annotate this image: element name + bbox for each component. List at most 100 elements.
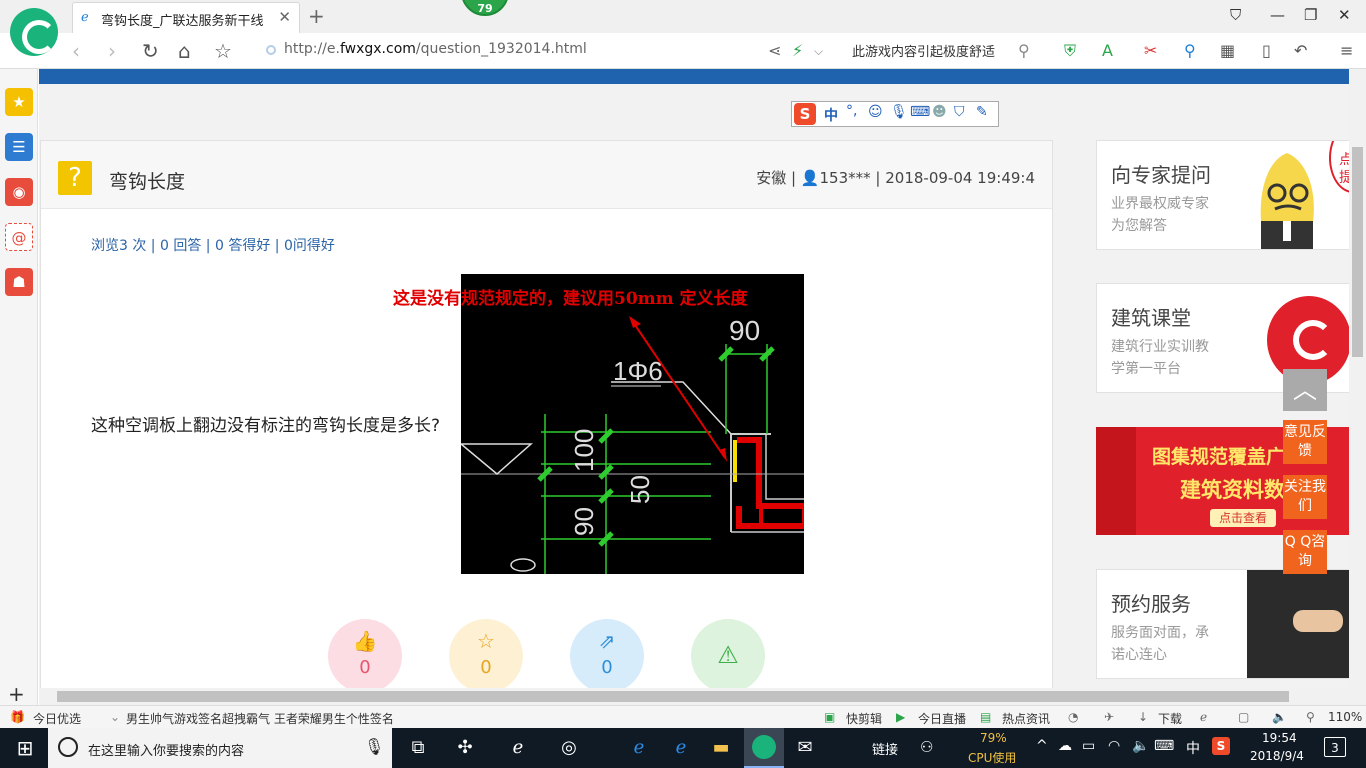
cloud-icon[interactable]: ☁ xyxy=(1058,738,1072,754)
ask-expert-card[interactable]: 向专家提问 业界最权威专家 为您解答 点击 提问 xyxy=(1096,140,1356,250)
close-button[interactable]: ✕ xyxy=(1338,6,1351,24)
new-tab-button[interactable]: + xyxy=(308,4,325,28)
qq-consult-button[interactable]: Q Q咨询 xyxy=(1283,530,1327,574)
report-button[interactable]: ⚠ xyxy=(691,619,765,688)
back-to-top-button[interactable]: ︿ xyxy=(1283,369,1327,411)
microphone-icon[interactable]: 🎙 xyxy=(364,737,384,756)
file-explorer-icon[interactable]: ▬ xyxy=(708,736,734,760)
sidebar-add-icon[interactable]: + xyxy=(8,682,25,706)
ime-indicator[interactable]: 中 xyxy=(1186,738,1200,758)
forward-icon[interactable]: › xyxy=(108,39,116,63)
edge-legacy-icon[interactable]: ℯ xyxy=(505,736,531,760)
vertical-scrollbar[interactable] xyxy=(1349,69,1366,688)
chevron-down-icon[interactable]: ⌄ xyxy=(110,710,120,724)
share-icon[interactable]: ⋖ xyxy=(768,41,781,60)
ie-mode-icon[interactable]: ℯ xyxy=(1200,710,1207,724)
headline-link[interactable]: 男生帅气游戏签名超拽霸气 王者荣耀男生个性签名 xyxy=(126,710,394,727)
shield-icon[interactable]: ⛨ xyxy=(1064,41,1076,61)
lightning-icon[interactable]: ⚡ xyxy=(792,41,803,60)
pin-icon[interactable]: ✈ xyxy=(1104,710,1114,724)
pinwheel-app-icon[interactable]: ✣ xyxy=(452,736,478,760)
follow-us-button[interactable]: 关注我们 xyxy=(1283,475,1327,519)
clock-date[interactable]: 2018/9/4 xyxy=(1250,749,1304,763)
browser-tab[interactable]: ℯ 弯钩长度_广联达服务新干线 ✕ xyxy=(72,2,300,33)
live-link[interactable]: 今日直播 xyxy=(918,710,966,727)
today-picks-link[interactable]: 今日优选 xyxy=(33,710,81,727)
banner-cta-button[interactable]: 点击查看 xyxy=(1210,509,1276,527)
quick-clip-link[interactable]: 快剪辑 xyxy=(846,710,882,727)
favorite-button[interactable]: ☆ 0 xyxy=(449,619,523,688)
gift-icon: 🎁 xyxy=(10,710,25,724)
zoom-level[interactable]: 110% xyxy=(1328,710,1362,724)
ime-punct-icon[interactable]: °, xyxy=(846,103,857,119)
volume-icon[interactable]: 🔈 xyxy=(1272,710,1287,724)
scissors-icon[interactable]: ✂ xyxy=(1144,41,1157,60)
sidebar-favorites-icon[interactable]: ★ xyxy=(5,88,33,116)
score-badge[interactable]: 79 xyxy=(461,0,509,16)
speaker-icon[interactable]: 🔈 xyxy=(1132,738,1149,754)
internet-explorer-icon[interactable]: ℯ xyxy=(668,736,694,760)
share-button[interactable]: ⇗ 0 xyxy=(570,619,644,688)
question-user[interactable]: 153*** xyxy=(820,169,871,187)
cad-drawing-image[interactable]: 90 1Φ6 100 50 90 xyxy=(461,274,804,574)
back-icon[interactable]: ‹ xyxy=(72,39,80,63)
ime-keyboard-icon[interactable]: ⌨ xyxy=(910,104,930,120)
download-link[interactable]: 下载 xyxy=(1158,710,1182,727)
ime-mode-icon[interactable]: 中 xyxy=(824,105,838,125)
window-icon[interactable]: ▢ xyxy=(1238,710,1249,724)
undo-icon[interactable]: ↶ xyxy=(1294,41,1307,60)
sogou-tray-icon[interactable]: S xyxy=(1212,737,1230,755)
speed-icon[interactable]: ◔ xyxy=(1068,710,1078,724)
browser-logo-icon[interactable] xyxy=(10,8,58,56)
booking-service-card[interactable]: 预约服务 服务面对面，承 诺心连心 xyxy=(1096,569,1356,679)
feedback-button[interactable]: 意见反馈 xyxy=(1283,420,1327,464)
battery-icon[interactable]: ▭ xyxy=(1082,738,1095,754)
people-icon[interactable]: ⚇ xyxy=(920,738,933,756)
reload-icon[interactable]: ↻ xyxy=(142,39,159,63)
task-view-icon[interactable]: ⧉ xyxy=(405,736,431,760)
ime-user-icon[interactable]: ☻ xyxy=(932,104,947,120)
favorite-star-icon[interactable]: ☆ xyxy=(214,39,232,63)
like-button[interactable]: 👍 0 xyxy=(328,619,402,688)
keyboard-icon[interactable]: ⌨ xyxy=(1154,738,1174,754)
chevron-down-icon[interactable]: ⌵ xyxy=(814,44,823,59)
tencent-app-icon[interactable]: ◎ xyxy=(556,736,582,760)
question-header: ? 弯钩长度 安徽 | 👤153*** | 2018-09-04 19:49:4 xyxy=(41,141,1052,209)
menu-icon[interactable]: ≡ xyxy=(1340,41,1353,60)
links-toolbar[interactable]: 链接 xyxy=(872,739,898,758)
restore-button[interactable]: ❐ xyxy=(1304,6,1317,24)
magnifier-icon[interactable]: ⚲ xyxy=(1184,41,1196,60)
sogou-ime-icon[interactable]: S xyxy=(794,103,816,125)
cad-dim-90-left: 90 xyxy=(569,507,599,536)
ime-mic-icon[interactable]: 🎙 xyxy=(890,104,908,120)
minimize-button[interactable]: — xyxy=(1270,6,1285,24)
show-hidden-icons-icon[interactable]: ^ xyxy=(1036,738,1048,754)
clock-time[interactable]: 19:54 xyxy=(1262,731,1297,745)
notification-center-icon[interactable]: 3 xyxy=(1324,737,1346,757)
windows-start-icon[interactable]: ⊞ xyxy=(12,736,38,760)
shirt-icon[interactable]: ⛉ xyxy=(1230,6,1241,24)
search-icon[interactable]: ⚲ xyxy=(1018,41,1030,60)
translate-icon[interactable]: A xyxy=(1102,41,1113,60)
hot-news-link[interactable]: 热点资讯 xyxy=(1002,710,1050,727)
tab-close-icon[interactable]: ✕ xyxy=(278,8,291,26)
sidebar-game-icon[interactable]: ☗ xyxy=(5,268,33,296)
tablet-icon[interactable]: ▯ xyxy=(1262,41,1271,60)
url-field[interactable]: http://e.fwxgx.com/question_1932014.html xyxy=(284,41,587,57)
site-info-icon[interactable] xyxy=(266,45,276,55)
sidebar-news-icon[interactable]: ☰ xyxy=(5,133,33,161)
ime-skin-icon[interactable]: ⛉ xyxy=(954,104,965,120)
edge-icon[interactable]: ℯ xyxy=(626,736,652,760)
taskbar-search-box[interactable]: 在这里输入你要搜索的内容 🎙 xyxy=(48,728,392,768)
search-box[interactable]: 此游戏内容引起极度舒适 xyxy=(852,41,995,60)
mail-icon[interactable]: ✉ xyxy=(792,736,818,760)
active-browser-task[interactable] xyxy=(744,728,784,768)
sidebar-weibo-icon[interactable]: ◉ xyxy=(5,178,33,206)
apps-grid-icon[interactable]: ▦ xyxy=(1220,41,1235,60)
ime-emoji-icon[interactable]: ☺ xyxy=(868,104,883,120)
sidebar-mail-icon[interactable]: @ xyxy=(5,223,33,251)
horizontal-scrollbar[interactable] xyxy=(39,688,1366,705)
ime-settings-icon[interactable]: ✎ xyxy=(976,104,988,120)
home-icon[interactable]: ⌂ xyxy=(178,39,191,63)
wifi-icon[interactable]: ◠ xyxy=(1108,738,1120,754)
